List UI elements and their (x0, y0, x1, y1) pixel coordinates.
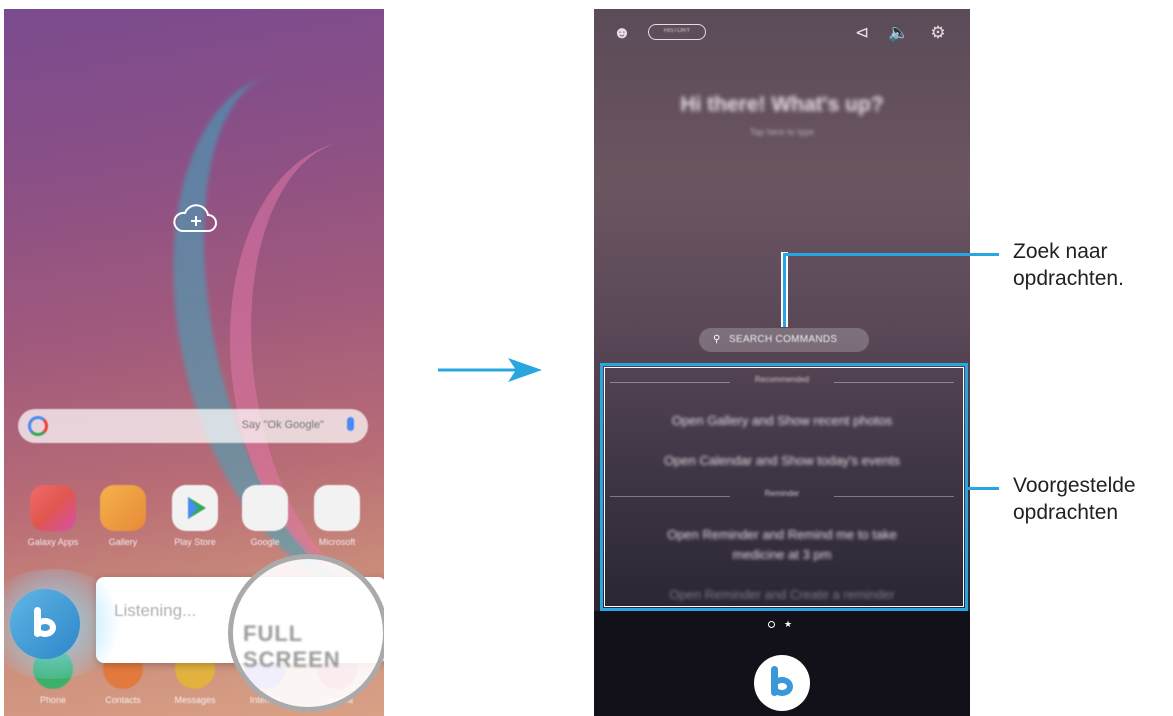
greeting-text: Hi there! What's up? (680, 93, 884, 116)
profile-icon[interactable]: ☻ (612, 23, 632, 43)
search-commands-label: SEARCH COMMANDS (729, 334, 838, 345)
app-play-store[interactable]: Play Store (160, 485, 230, 547)
note-line: opdrachten. (1013, 267, 1124, 290)
app-label: Messages (174, 695, 216, 705)
play-store-icon (172, 485, 218, 531)
page-indicator: ★ (768, 619, 808, 631)
arrow-right-icon (438, 358, 542, 382)
page-dot-star-icon: ★ (784, 619, 793, 629)
app-label: Contacts (105, 695, 141, 705)
cloud-add-icon[interactable] (172, 201, 218, 237)
leader-line (968, 487, 999, 490)
microphone-icon[interactable] (347, 417, 354, 431)
search-commands-note: Zoek naar opdrachten. (1013, 238, 1124, 292)
suggested-commands-note: Voorgestelde opdrachten (1013, 472, 1136, 526)
app-label: Google (250, 537, 280, 547)
app-label: Microsoft (318, 537, 356, 547)
note-line: opdrachten (1013, 501, 1119, 524)
microsoft-folder-icon (314, 485, 360, 531)
bixby-icon (765, 666, 799, 700)
suggested-commands-highlight (600, 363, 968, 611)
full-screen-magnifier: FULL SCREEN (228, 554, 384, 712)
search-commands-button[interactable]: ⚲ SEARCH COMMANDS (699, 328, 869, 352)
app-google-folder[interactable]: Google (230, 485, 300, 547)
app-label: Play Store (174, 537, 216, 547)
share-icon[interactable]: ⊲ (852, 23, 872, 43)
note-line: Voorgestelde (1013, 474, 1136, 497)
app-microsoft-folder[interactable]: Microsoft (302, 485, 372, 547)
leader-line (783, 253, 786, 327)
page-dot-active (768, 621, 775, 628)
history-button[interactable]: HISTORY (648, 24, 706, 40)
note-line: Zoek naar (1013, 240, 1108, 263)
google-folder-icon (242, 485, 288, 531)
app-gallery[interactable]: Gallery (88, 485, 158, 547)
google-search-hint: Say "Ok Google" (241, 419, 324, 431)
app-label: Phone (39, 695, 67, 705)
bixby-button[interactable] (10, 589, 80, 659)
full-screen-button[interactable]: FULL SCREEN (243, 621, 383, 673)
home-screen: Say "Ok Google" Galaxy Apps Gallery Play… (4, 9, 384, 716)
bixby-icon (28, 607, 62, 641)
google-logo-icon (28, 416, 48, 436)
app-galaxy-apps[interactable]: Galaxy Apps (18, 485, 88, 547)
app-label: Galaxy Apps (27, 537, 79, 547)
bixby-button[interactable] (754, 655, 810, 711)
app-row: Galaxy Apps Gallery Play Store Google Mi… (18, 485, 370, 555)
app-label: Gallery (108, 537, 138, 547)
search-icon: ⚲ (713, 334, 721, 345)
gallery-icon (100, 485, 146, 531)
galaxy-apps-icon (30, 485, 76, 531)
volume-icon[interactable]: 🔈 (888, 23, 909, 43)
google-search-bar[interactable]: Say "Ok Google" (18, 409, 368, 443)
greeting-subtext[interactable]: Tap here to type (594, 127, 970, 137)
leader-line (783, 253, 999, 256)
history-label: HISTORY (663, 28, 691, 34)
settings-gear-icon[interactable]: ⚙ (928, 23, 948, 43)
cloud-add-icon-svg (173, 204, 217, 232)
